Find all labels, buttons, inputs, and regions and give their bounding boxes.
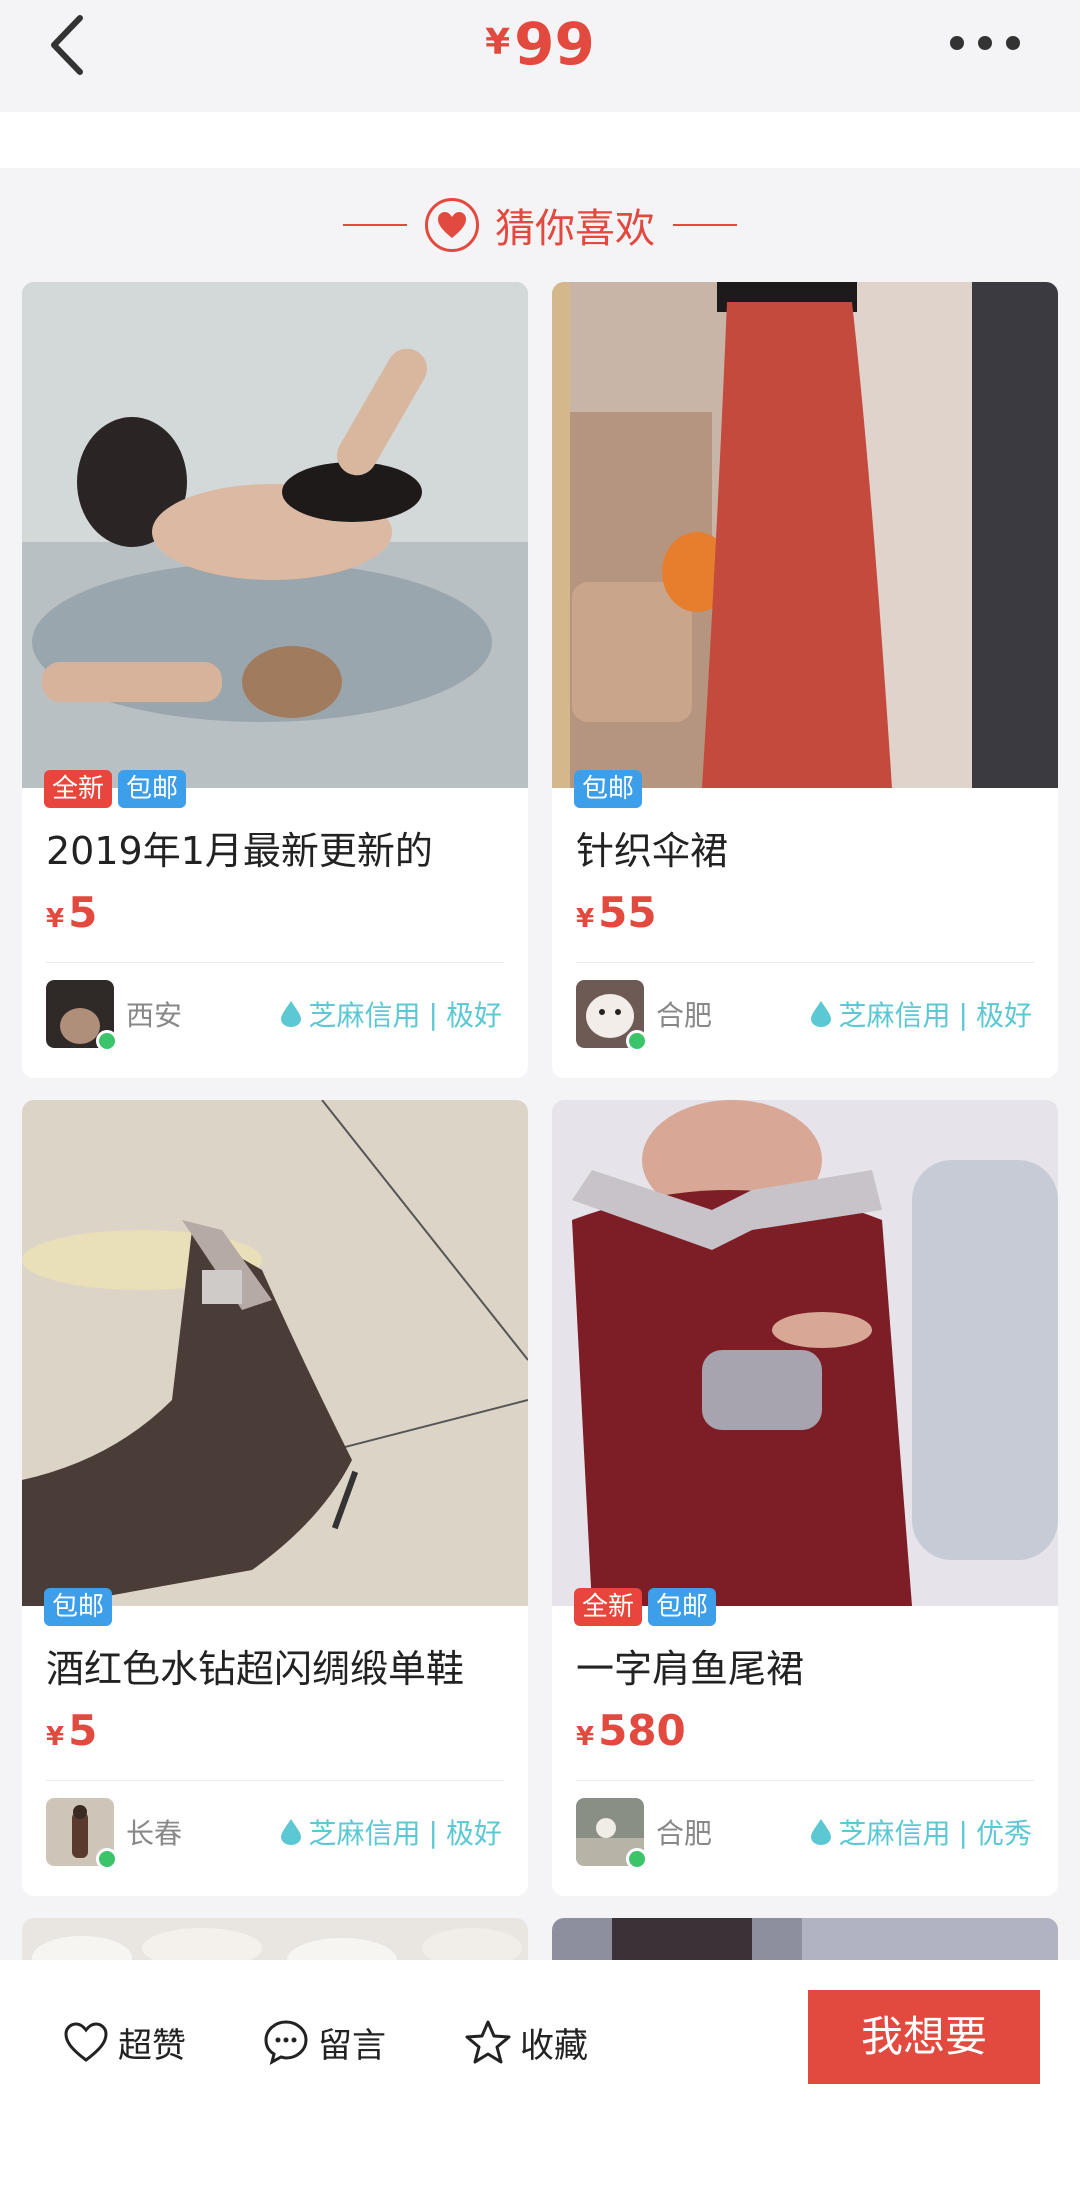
credit-rating: 芝麻信用 | 极好 [279, 994, 502, 1034]
product-image [552, 1100, 1058, 1606]
sesame-credit-icon [280, 1819, 301, 1845]
bottom-action-bar: 超赞 留言 收藏 我想要 [0, 1960, 1080, 2198]
card-divider [576, 1780, 1034, 1781]
like-label: 超赞 [118, 2025, 186, 2066]
heart-icon [438, 212, 466, 238]
heart-badge [425, 198, 479, 252]
new-badge: 全新 [574, 1588, 643, 1626]
credit-rating: 芝麻信用 | 极好 [809, 994, 1032, 1034]
more-dot [1006, 36, 1020, 50]
section-title: 猜你喜欢 [495, 206, 655, 252]
seller-city: 合肥 [656, 999, 713, 1032]
online-status-dot [626, 1848, 648, 1870]
credit-label: 芝麻信用 [308, 999, 421, 1032]
badge-group: 包邮 [574, 770, 648, 808]
seller-city: 合肥 [656, 1817, 713, 1850]
price-value: 580 [598, 1706, 686, 1755]
top-bar: ¥99 [0, 0, 1080, 112]
price-value: 99 [514, 10, 595, 78]
comment-button[interactable]: 留言 [262, 2012, 386, 2072]
content-strip [0, 112, 1080, 168]
sesame-credit-icon [280, 1001, 301, 1027]
card-divider [46, 1780, 504, 1781]
divider-line [673, 224, 737, 226]
favorite-label: 收藏 [520, 2025, 588, 2066]
online-status-dot [96, 1030, 118, 1052]
currency-symbol: ¥ [576, 1722, 595, 1752]
free-shipping-badge: 包邮 [44, 1588, 113, 1626]
price-value: 5 [68, 1706, 98, 1755]
item-price: ¥99 [0, 10, 1080, 78]
credit-label: 芝麻信用 [308, 1817, 421, 1850]
more-dot [978, 36, 992, 50]
credit-separator: | [958, 997, 968, 1031]
free-shipping-badge: 包邮 [648, 1588, 717, 1626]
product-card[interactable]: 包邮 针织伞裙 ¥55 合肥 芝麻信用 | 极好 [552, 282, 1058, 1078]
badge-group: 全新 包邮 [44, 770, 192, 808]
credit-label: 芝麻信用 [838, 1817, 951, 1850]
like-button[interactable]: 超赞 [62, 2012, 186, 2072]
credit-rating: 芝麻信用 | 优秀 [809, 1812, 1032, 1852]
product-price: ¥5 [46, 1706, 97, 1755]
product-card[interactable]: 包邮 酒红色水钻超闪绸缎单鞋 ¥5 长春 芝麻信用 | 极好 [22, 1100, 528, 1896]
credit-label: 芝麻信用 [838, 999, 951, 1032]
credit-value: 优秀 [975, 1817, 1032, 1850]
credit-separator: | [428, 997, 438, 1031]
price-value: 55 [598, 888, 657, 937]
badge-group: 全新 包邮 [574, 1588, 722, 1626]
product-card[interactable]: 全新 包邮 一字肩鱼尾裙 ¥580 合肥 芝麻信用 | 优秀 [552, 1100, 1058, 1896]
credit-value: 极好 [445, 999, 502, 1032]
star-icon [465, 2020, 511, 2064]
sesame-credit-icon [810, 1819, 831, 1845]
credit-value: 极好 [445, 1817, 502, 1850]
product-card[interactable]: 全新 包邮 2019年1月最新更新的 ¥5 西安 芝麻信用 | 极好 [22, 282, 528, 1078]
product-card[interactable] [552, 1918, 1058, 1960]
want-button[interactable]: 我想要 [808, 1990, 1040, 2084]
currency-symbol: ¥ [46, 1722, 65, 1752]
product-card[interactable] [22, 1918, 528, 1960]
product-title: 一字肩鱼尾裙 [576, 1647, 805, 1691]
more-button[interactable] [950, 28, 1020, 58]
free-shipping-badge: 包邮 [118, 770, 187, 808]
product-image [552, 1918, 1058, 1960]
currency-symbol: ¥ [576, 904, 595, 934]
seller-city: 西安 [126, 999, 183, 1032]
online-status-dot [626, 1030, 648, 1052]
card-divider [46, 962, 504, 963]
card-divider [576, 962, 1034, 963]
heart-outline-icon [64, 2022, 108, 2062]
badge-group: 包邮 [44, 1588, 118, 1626]
favorite-button[interactable]: 收藏 [464, 2012, 588, 2072]
sesame-credit-icon [810, 1001, 831, 1027]
product-image [22, 282, 528, 788]
online-status-dot [96, 1848, 118, 1870]
product-image [22, 1100, 528, 1606]
comment-icon [264, 2020, 308, 2065]
product-image [22, 1918, 528, 1960]
product-grid: 全新 包邮 2019年1月最新更新的 ¥5 西安 芝麻信用 | 极好 包邮 针织… [22, 282, 1058, 1960]
currency-symbol: ¥ [485, 22, 511, 63]
currency-symbol: ¥ [46, 904, 65, 934]
seller-city: 长春 [126, 1817, 183, 1850]
free-shipping-badge: 包邮 [574, 770, 643, 808]
new-badge: 全新 [44, 770, 113, 808]
credit-separator: | [428, 1815, 438, 1849]
product-title: 针织伞裙 [576, 829, 729, 873]
product-price: ¥55 [576, 888, 657, 937]
credit-rating: 芝麻信用 | 极好 [279, 1812, 502, 1852]
product-price: ¥5 [46, 888, 97, 937]
more-dot [950, 36, 964, 50]
comment-label: 留言 [318, 2025, 386, 2066]
product-price: ¥580 [576, 1706, 686, 1755]
product-title: 酒红色水钻超闪绸缎单鞋 [46, 1647, 465, 1691]
divider-line [343, 224, 407, 226]
credit-separator: | [958, 1815, 968, 1849]
credit-value: 极好 [975, 999, 1032, 1032]
recommend-heading: 猜你喜欢 [0, 195, 1080, 255]
price-value: 5 [68, 888, 98, 937]
product-title: 2019年1月最新更新的 [46, 829, 433, 873]
product-image [552, 282, 1058, 788]
